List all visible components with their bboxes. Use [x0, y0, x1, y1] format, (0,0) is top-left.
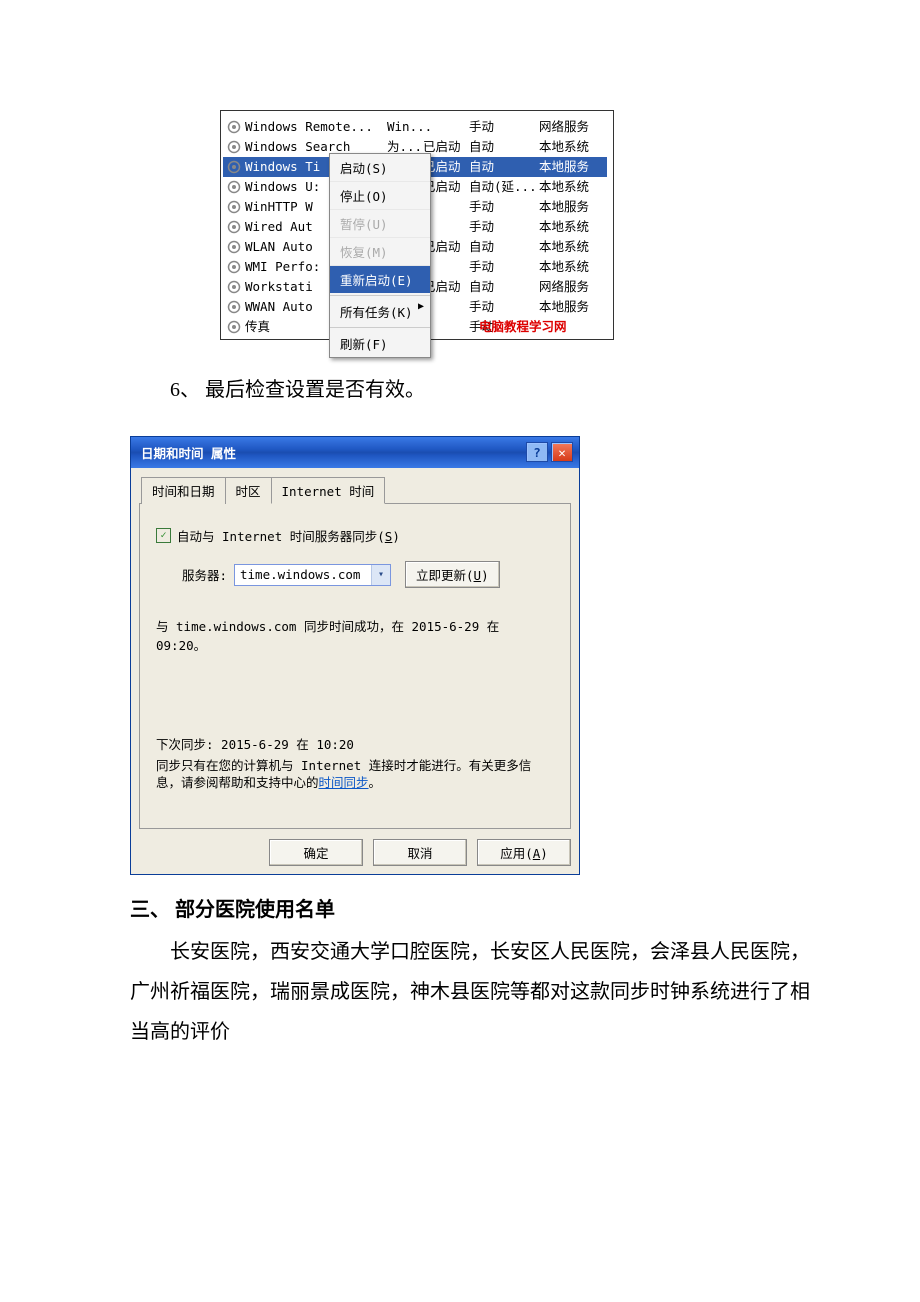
gear-icon: [227, 120, 241, 134]
context-menu-item: 暂停(U): [330, 209, 430, 237]
watermark: 电脑教程学习网: [479, 319, 567, 334]
context-menu-item[interactable]: 启动(S): [330, 154, 430, 181]
section-heading: 三、 部分医院使用名单: [130, 893, 810, 922]
dialog-titlebar: 日期和时间 属性 ? ✕: [131, 437, 579, 468]
gear-icon: [227, 160, 241, 174]
gear-icon: [227, 300, 241, 314]
context-menu-item[interactable]: 所有任务(K)▶: [330, 295, 430, 325]
context-menu-item[interactable]: 重新启动(E): [330, 265, 430, 293]
context-menu-item[interactable]: 停止(O): [330, 181, 430, 209]
date-time-dialog: 日期和时间 属性 ? ✕ 时间和日期 时区 Internet 时间 ✓ 自动与 …: [130, 436, 580, 875]
service-row[interactable]: Windows Remote...Win...手动网络服务: [223, 117, 607, 137]
dialog-title-text: 日期和时间 属性: [141, 443, 236, 462]
chevron-down-icon[interactable]: ▾: [371, 565, 390, 585]
step-6: 6、 最后检查设置是否有效。: [170, 370, 810, 410]
time-sync-link[interactable]: 时间同步: [319, 775, 369, 790]
server-value: time.windows.com: [235, 567, 371, 582]
auto-sync-label: 自动与 Internet 时间服务器同步(S): [177, 526, 400, 545]
tab-timezone[interactable]: 时区: [225, 477, 272, 504]
dialog-button-row: 确定 取消 应用(A): [139, 839, 571, 866]
tab-date-time[interactable]: 时间和日期: [141, 477, 226, 504]
sync-note: 同步只有在您的计算机与 Internet 连接时才能进行。有关更多信息，请参阅帮…: [156, 757, 536, 791]
sync-status: 与 time.windows.com 同步时间成功，在 2015-6-29 在 …: [156, 616, 554, 654]
context-menu-item[interactable]: 刷新(F): [330, 327, 430, 357]
paragraph: 长安医院，西安交通大学口腔医院，长安区人民医院，会泽县人民医院，广州祈福医院，瑞…: [130, 932, 810, 1052]
apply-button[interactable]: 应用(A): [477, 839, 571, 866]
update-now-button[interactable]: 立即更新(U): [405, 561, 500, 588]
server-label: 服务器:: [182, 565, 234, 584]
ok-button[interactable]: 确定: [269, 839, 363, 866]
context-menu-item: 恢复(M): [330, 237, 430, 265]
submenu-arrow-icon: ▶: [418, 301, 424, 312]
help-button[interactable]: ?: [526, 442, 548, 462]
services-list-screenshot: Windows Remote...Win...手动网络服务Windows Sea…: [220, 110, 614, 340]
gear-icon: [227, 240, 241, 254]
gear-icon: [227, 180, 241, 194]
gear-icon: [227, 200, 241, 214]
gear-icon: [227, 260, 241, 274]
auto-sync-checkbox[interactable]: ✓: [156, 528, 171, 543]
gear-icon: [227, 280, 241, 294]
server-dropdown[interactable]: time.windows.com ▾: [234, 564, 391, 586]
tab-bar: 时间和日期 时区 Internet 时间: [139, 476, 571, 504]
cancel-button[interactable]: 取消: [373, 839, 467, 866]
tab-internet-time[interactable]: Internet 时间: [271, 477, 386, 504]
gear-icon: [227, 220, 241, 234]
gear-icon: [227, 140, 241, 154]
gear-icon: [227, 320, 241, 334]
close-button[interactable]: ✕: [551, 442, 573, 462]
context-menu: 启动(S)停止(O)暂停(U)恢复(M)重新启动(E)所有任务(K)▶刷新(F): [329, 153, 431, 358]
next-sync: 下次同步: 2015-6-29 在 10:20: [156, 734, 554, 753]
